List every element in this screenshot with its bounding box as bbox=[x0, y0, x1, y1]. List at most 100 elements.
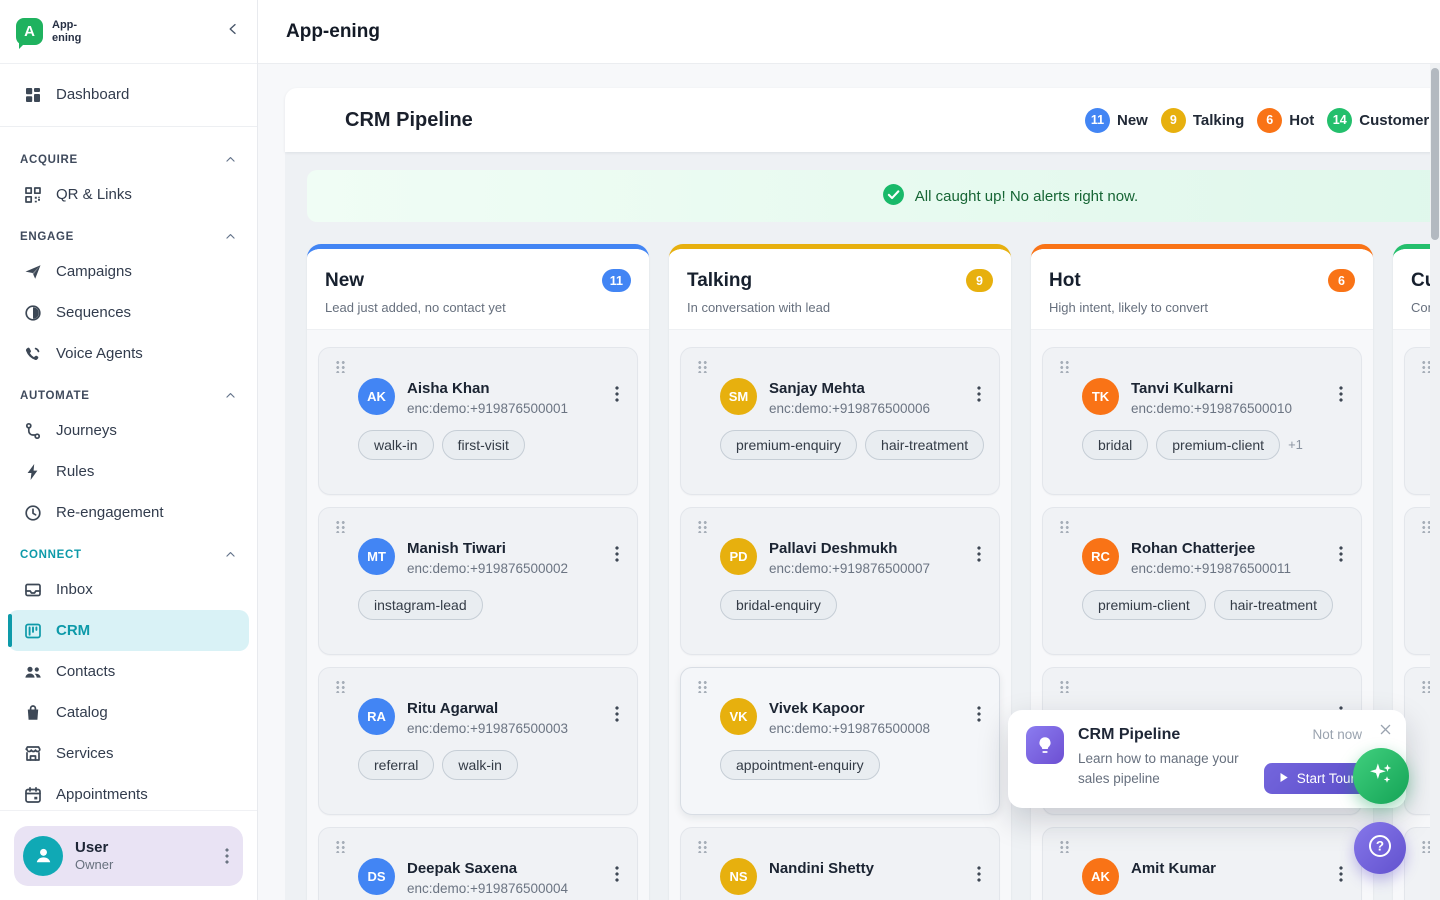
avatar: MT bbox=[358, 538, 395, 575]
drag-handle-icon[interactable] bbox=[697, 680, 708, 693]
sidebar-item-inbox[interactable]: Inbox bbox=[8, 569, 249, 610]
lead-card-manish-tiwari[interactable]: MT Manish Tiwari enc:demo:+919876500002 … bbox=[318, 507, 638, 655]
section-header-automate[interactable]: AUTOMATE bbox=[8, 374, 249, 410]
lead-phone: enc:demo:+919876500002 bbox=[407, 561, 568, 576]
lead-phone: enc:demo:+919876500006 bbox=[769, 401, 930, 416]
drag-handle-icon[interactable] bbox=[697, 840, 708, 853]
card-menu-kebab-icon[interactable] bbox=[615, 545, 619, 563]
lead-phone: enc:demo:+919876500003 bbox=[407, 721, 568, 736]
stage-count-badge: 11 bbox=[1085, 108, 1110, 133]
card-menu-kebab-icon[interactable] bbox=[615, 705, 619, 723]
sidebar-item-campaigns[interactable]: Campaigns bbox=[8, 251, 249, 292]
close-icon[interactable] bbox=[1378, 722, 1393, 737]
card-menu-kebab-icon[interactable] bbox=[977, 385, 981, 403]
avatar: VK bbox=[720, 698, 757, 735]
sidebar-item-sequences[interactable]: Sequences bbox=[8, 292, 249, 333]
sidebar-item-appointments[interactable]: Appointments bbox=[8, 774, 249, 815]
lead-name: Tanvi Kulkarni bbox=[1131, 378, 1292, 399]
card-menu-kebab-icon[interactable] bbox=[1339, 545, 1343, 563]
calendar-icon bbox=[22, 784, 43, 805]
sidebar: A App- ening Dashboard ACQUIRE QR & Link… bbox=[0, 0, 258, 900]
sidebar-item-services[interactable]: Services bbox=[8, 733, 249, 774]
lead-card-amit-kumar[interactable]: AK Amit Kumar bbox=[1042, 827, 1362, 900]
sidebar-item-catalog[interactable]: Catalog bbox=[8, 692, 249, 733]
app-root: A App- ening Dashboard ACQUIRE QR & Link… bbox=[0, 0, 1440, 900]
help-fab[interactable]: ? bbox=[1354, 822, 1406, 874]
avatar: TK bbox=[1082, 378, 1119, 415]
lead-name: Sanjay Mehta bbox=[769, 378, 930, 399]
sidebar-item-voice-agents[interactable]: Voice Agents bbox=[8, 333, 249, 374]
tag-pill: hair-treatment bbox=[865, 430, 984, 460]
stage-legend-talking: 9 Talking bbox=[1161, 108, 1244, 133]
drag-handle-icon[interactable] bbox=[335, 520, 346, 533]
drag-handle-icon[interactable] bbox=[1059, 840, 1070, 853]
chevron-up-icon bbox=[224, 548, 237, 561]
avatar: DS bbox=[358, 858, 395, 895]
ai-assistant-fab[interactable] bbox=[1353, 748, 1409, 804]
column-title: Talking bbox=[687, 270, 752, 292]
drag-handle-icon[interactable] bbox=[1059, 680, 1070, 693]
lead-card-pallavi-deshmukh[interactable]: PD Pallavi Deshmukh enc:demo:+9198765000… bbox=[680, 507, 1000, 655]
sidebar-item-rules[interactable]: Rules bbox=[8, 451, 249, 492]
card-menu-kebab-icon[interactable] bbox=[977, 865, 981, 883]
drag-handle-icon[interactable] bbox=[335, 840, 346, 853]
drag-handle-icon[interactable] bbox=[697, 520, 708, 533]
avatar: PD bbox=[720, 538, 757, 575]
card-menu-kebab-icon[interactable] bbox=[977, 705, 981, 723]
lead-card-ritu-agarwal[interactable]: RA Ritu Agarwal enc:demo:+919876500003 r… bbox=[318, 667, 638, 815]
qr-icon bbox=[22, 184, 43, 205]
kanban-column-new: New 11 Lead just added, no contact yet A… bbox=[307, 244, 649, 900]
drag-handle-icon[interactable] bbox=[1059, 520, 1070, 533]
sidebar-item-re-engagement[interactable]: Re-engagement bbox=[8, 492, 249, 533]
card-menu-kebab-icon[interactable] bbox=[977, 545, 981, 563]
chevron-left-icon bbox=[225, 21, 241, 42]
column-count-badge: 11 bbox=[602, 269, 631, 292]
user-role: Owner bbox=[75, 857, 113, 872]
not-now-button[interactable]: Not now bbox=[1312, 727, 1362, 742]
column-subtitle: Lead just added, no contact yet bbox=[325, 300, 631, 315]
user-menu-kebab-icon[interactable] bbox=[225, 847, 229, 865]
column-card-list: SM Sanjay Mehta enc:demo:+919876500006 p… bbox=[669, 329, 1011, 900]
lead-card-rohan-chatterjee[interactable]: RC Rohan Chatterjee enc:demo:+9198765000… bbox=[1042, 507, 1362, 655]
drag-handle-icon[interactable] bbox=[697, 360, 708, 373]
card-menu-kebab-icon[interactable] bbox=[1339, 865, 1343, 883]
app-logo-text: App- ening bbox=[52, 19, 81, 43]
section-header-connect[interactable]: CONNECT bbox=[8, 533, 249, 569]
column-subtitle: High intent, likely to convert bbox=[1049, 300, 1355, 315]
lead-card-nandini-shetty[interactable]: NS Nandini Shetty bbox=[680, 827, 1000, 900]
scrollbar-track bbox=[1430, 64, 1440, 900]
section-header-engage[interactable]: ENGAGE bbox=[8, 215, 249, 251]
card-menu-kebab-icon[interactable] bbox=[615, 385, 619, 403]
sidebar-item-label: Re-engagement bbox=[56, 504, 164, 521]
sidebar-item-label: Contacts bbox=[56, 663, 115, 680]
sidebar-item-contacts[interactable]: Contacts bbox=[8, 651, 249, 692]
lead-card-deepak-saxena[interactable]: DS Deepak Saxena enc:demo:+919876500004 bbox=[318, 827, 638, 900]
lead-card-vivek-kapoor[interactable]: VK Vivek Kapoor enc:demo:+919876500008 a… bbox=[680, 667, 1000, 815]
lead-name: Manish Tiwari bbox=[407, 538, 568, 559]
lead-card-tanvi-kulkarni[interactable]: TK Tanvi Kulkarni enc:demo:+919876500010… bbox=[1042, 347, 1362, 495]
sidebar-item-dashboard[interactable]: Dashboard bbox=[8, 74, 249, 115]
popup-title: CRM Pipeline bbox=[1078, 726, 1253, 744]
sidebar-item-journeys[interactable]: Journeys bbox=[8, 410, 249, 451]
drag-handle-icon[interactable] bbox=[1059, 360, 1070, 373]
lead-name: Ritu Agarwal bbox=[407, 698, 568, 719]
sidebar-item-qr-links[interactable]: QR & Links bbox=[8, 174, 249, 215]
stage-count-badge: 9 bbox=[1161, 108, 1186, 133]
logo-line-2: ening bbox=[52, 32, 81, 44]
card-menu-kebab-icon[interactable] bbox=[1339, 385, 1343, 403]
bolt-icon bbox=[22, 461, 43, 482]
card-menu-kebab-icon[interactable] bbox=[615, 865, 619, 883]
avatar: AK bbox=[358, 378, 395, 415]
scrollbar-thumb[interactable] bbox=[1431, 68, 1439, 240]
section-header-acquire[interactable]: ACQUIRE bbox=[8, 138, 249, 174]
drag-handle-icon[interactable] bbox=[335, 680, 346, 693]
sidebar-item-crm[interactable]: CRM bbox=[8, 610, 249, 651]
user-profile-card[interactable]: User Owner bbox=[14, 826, 243, 886]
lead-card-sanjay-mehta[interactable]: SM Sanjay Mehta enc:demo:+919876500006 p… bbox=[680, 347, 1000, 495]
lead-phone: enc:demo:+919876500001 bbox=[407, 401, 568, 416]
lead-name: Vivek Kapoor bbox=[769, 698, 930, 719]
drag-handle-icon[interactable] bbox=[335, 360, 346, 373]
sidebar-logo-row: A App- ening bbox=[0, 0, 257, 64]
sidebar-collapse-button[interactable] bbox=[225, 21, 241, 42]
lead-card-aisha-khan[interactable]: AK Aisha Khan enc:demo:+919876500001 wal… bbox=[318, 347, 638, 495]
